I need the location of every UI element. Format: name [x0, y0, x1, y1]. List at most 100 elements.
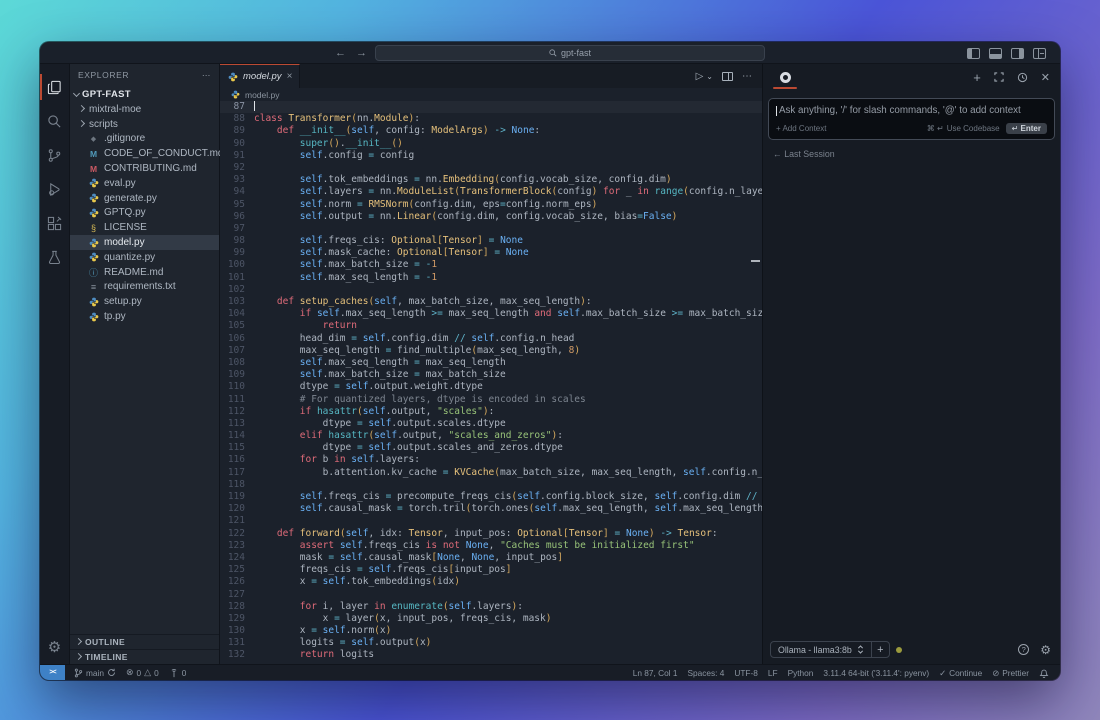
code-line-108[interactable]: 108 self.max_seq_length = max_seq_length: [220, 357, 762, 369]
file-item-.gitignore[interactable]: ◆.gitignore: [70, 132, 219, 147]
explorer-icon[interactable]: [40, 70, 70, 104]
code-line-109[interactable]: 109 self.max_batch_size = max_batch_size: [220, 369, 762, 381]
file-item-generate.py[interactable]: generate.py: [70, 191, 219, 206]
toggle-panel-icon[interactable]: [989, 48, 1002, 59]
close-icon[interactable]: ✕: [1041, 71, 1050, 84]
code-line-88[interactable]: 88class Transformer(nn.Module):: [220, 113, 762, 125]
code-line-124[interactable]: 124 mask = self.causal_mask[None, None, …: [220, 552, 762, 564]
explorer-more-icon[interactable]: ⋯: [202, 70, 211, 81]
code-line-93[interactable]: 93 self.tok_embeddings = nn.Embedding(co…: [220, 174, 762, 186]
settings-gear-icon[interactable]: ⚙: [1040, 643, 1051, 657]
code-line-98[interactable]: 98 self.freqs_cis: Optional[Tensor] = No…: [220, 235, 762, 247]
folder-item-scripts[interactable]: scripts: [70, 117, 219, 132]
command-center-search[interactable]: gpt-fast: [375, 45, 765, 61]
code-line-107[interactable]: 107 max_seq_length = find_multiple(max_s…: [220, 345, 762, 357]
file-item-GPTQ.py[interactable]: GPTQ.py: [70, 206, 219, 221]
code-line-119[interactable]: 119 self.freqs_cis = precompute_freqs_ci…: [220, 491, 762, 503]
code-line-95[interactable]: 95 self.norm = RMSNorm(config.dim, eps=c…: [220, 199, 762, 211]
code-line-113[interactable]: 113 dtype = self.output.scales.dtype: [220, 418, 762, 430]
code-line-99[interactable]: 99 self.mask_cache: Optional[Tensor] = N…: [220, 247, 762, 259]
testing-icon[interactable]: [40, 240, 70, 274]
run-debug-icon[interactable]: [40, 172, 70, 206]
code-line-127[interactable]: 127: [220, 589, 762, 601]
fullscreen-frame-icon[interactable]: [994, 72, 1004, 82]
source-control-icon[interactable]: [40, 138, 70, 172]
customize-layout-icon[interactable]: [1033, 48, 1046, 59]
code-line-91[interactable]: 91 self.config = config: [220, 150, 762, 162]
code-line-102[interactable]: 102: [220, 284, 762, 296]
file-item-README.md[interactable]: ⓘREADME.md: [70, 265, 219, 280]
outline-section[interactable]: OUTLINE: [70, 634, 219, 649]
code-line-97[interactable]: 97: [220, 223, 762, 235]
continue-tab[interactable]: [773, 72, 797, 89]
code-line-115[interactable]: 115 dtype = self.output.scales_and_zeros…: [220, 442, 762, 454]
history-icon[interactable]: [1017, 72, 1028, 83]
breadcrumb[interactable]: model.py: [220, 88, 762, 101]
editor-more-actions-icon[interactable]: ⋯: [742, 71, 752, 82]
back-button[interactable]: ←: [335, 47, 346, 59]
toggle-secondary-sidebar-icon[interactable]: [1011, 48, 1024, 59]
run-dropdown-icon[interactable]: ⌄: [706, 72, 713, 81]
forward-button[interactable]: →: [356, 47, 367, 59]
enter-button[interactable]: ↵ Enter: [1006, 123, 1047, 134]
timeline-section[interactable]: TIMELINE: [70, 649, 219, 664]
continue-status[interactable]: ✓ Continue: [934, 665, 987, 680]
folder-item-mixtral-moe[interactable]: mixtral-moe: [70, 102, 219, 117]
add-context-button[interactable]: + Add Context: [776, 124, 826, 133]
help-icon[interactable]: ?: [1018, 644, 1029, 655]
ports-item[interactable]: 0: [164, 665, 192, 680]
file-item-quantize.py[interactable]: quantize.py: [70, 250, 219, 265]
file-item-LICENSE[interactable]: §LICENSE: [70, 220, 219, 235]
code-line-105[interactable]: 105 return: [220, 320, 762, 332]
code-line-96[interactable]: 96 self.output = nn.Linear(config.dim, c…: [220, 211, 762, 223]
code-line-114[interactable]: 114 elif hasattr(self.output, "scales_an…: [220, 430, 762, 442]
search-icon[interactable]: [40, 104, 70, 138]
encoding[interactable]: UTF-8: [729, 665, 763, 680]
code-line-89[interactable]: 89 def __init__(self, config: ModelArgs)…: [220, 125, 762, 137]
eol-sequence[interactable]: LF: [763, 665, 783, 680]
code-line-106[interactable]: 106 head_dim = self.config.dim // self.c…: [220, 333, 762, 345]
code-line-111[interactable]: 111 # For quantized layers, dtype is enc…: [220, 394, 762, 406]
tab-model-py[interactable]: model.py ×: [220, 64, 300, 88]
remote-indicator[interactable]: ><: [40, 665, 65, 680]
toggle-primary-sidebar-icon[interactable]: [967, 48, 980, 59]
code-line-103[interactable]: 103 def setup_caches(self, max_batch_siz…: [220, 296, 762, 308]
manage-gear-icon[interactable]: ⚙: [48, 638, 61, 656]
code-line-110[interactable]: 110 dtype = self.output.weight.dtype: [220, 381, 762, 393]
language-mode[interactable]: Python: [783, 665, 819, 680]
code-line-131[interactable]: 131 logits = self.output(x): [220, 637, 762, 649]
assistant-input[interactable]: Ask anything, '/' for slash commands, '@…: [768, 98, 1055, 140]
code-line-104[interactable]: 104 if self.max_seq_length >= max_seq_le…: [220, 308, 762, 320]
file-item-model.py[interactable]: model.py: [70, 235, 219, 250]
code-line-128[interactable]: 128 for i, layer in enumerate(self.layer…: [220, 601, 762, 613]
code-line-112[interactable]: 112 if hasattr(self.output, "scales"):: [220, 406, 762, 418]
python-interpreter[interactable]: 3.11.4 64-bit ('3.11.4': pyenv): [818, 665, 934, 680]
file-item-tp.py[interactable]: tp.py: [70, 309, 219, 324]
code-area[interactable]: 8788class Transformer(nn.Module):89 def …: [220, 101, 762, 664]
scrollbar-marker[interactable]: [751, 260, 760, 262]
code-line-94[interactable]: 94 self.layers = nn.ModuleList(Transform…: [220, 186, 762, 198]
use-codebase-label[interactable]: Use Codebase: [947, 124, 1000, 133]
indentation[interactable]: Spaces: 4: [682, 665, 729, 680]
code-line-123[interactable]: 123 assert self.freqs_cis is not None, "…: [220, 540, 762, 552]
add-model-button[interactable]: +: [871, 642, 889, 657]
code-line-117[interactable]: 117 b.attention.kv_cache = KVCache(max_b…: [220, 467, 762, 479]
code-line-100[interactable]: 100 self.max_batch_size = -1: [220, 259, 762, 271]
prettier-status[interactable]: ⊘ Prettier: [987, 665, 1034, 680]
run-python-icon[interactable]: ▷: [696, 71, 704, 82]
problems-item[interactable]: ⊗0 △0: [121, 665, 164, 680]
code-line-120[interactable]: 120 self.causal_mask = torch.tril(torch.…: [220, 503, 762, 515]
new-session-icon[interactable]: +: [973, 70, 981, 85]
code-line-90[interactable]: 90 super().__init__(): [220, 138, 762, 150]
last-session-link[interactable]: ← Last Session: [773, 149, 1050, 159]
file-item-requirements.txt[interactable]: ≡requirements.txt: [70, 280, 219, 295]
file-item-CONTRIBUTING.md[interactable]: MCONTRIBUTING.md: [70, 161, 219, 176]
file-item-CODE_OF_CONDUCT.md[interactable]: MCODE_OF_CONDUCT.md: [70, 146, 219, 161]
extensions-icon[interactable]: [40, 206, 70, 240]
code-line-130[interactable]: 130 x = self.norm(x): [220, 625, 762, 637]
project-root-gpt-fast[interactable]: GPT-FAST: [70, 86, 219, 102]
file-item-setup.py[interactable]: setup.py: [70, 294, 219, 309]
code-line-126[interactable]: 126 x = self.tok_embeddings(idx): [220, 576, 762, 588]
model-select-dropdown[interactable]: Ollama - llama3:8b: [771, 642, 871, 657]
code-line-116[interactable]: 116 for b in self.layers:: [220, 454, 762, 466]
